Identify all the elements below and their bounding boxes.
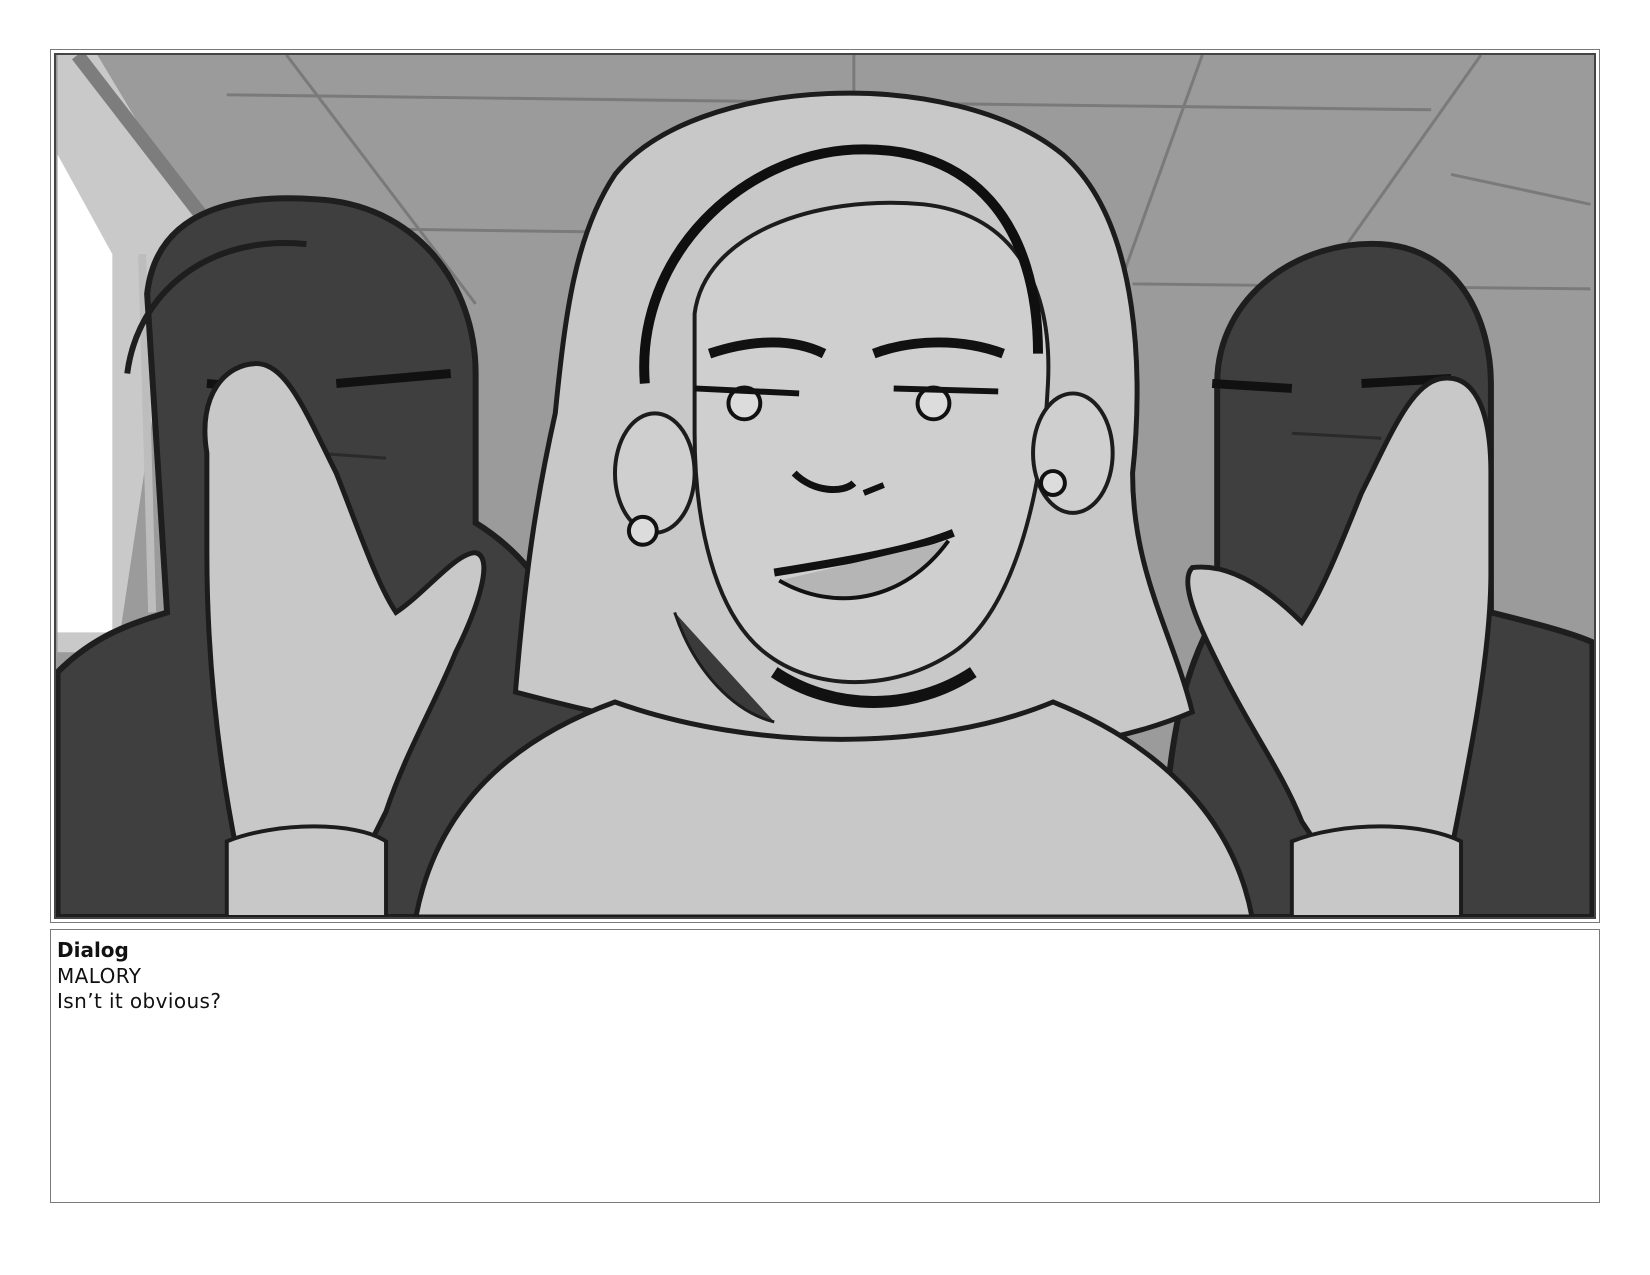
storyboard-sketch-icon xyxy=(56,55,1594,917)
storyboard-panel-image xyxy=(54,53,1596,919)
dialog-line-text: Isn’t it obvious? xyxy=(57,989,222,1013)
dialog-heading: Dialog xyxy=(57,938,129,962)
dialog-box: Dialog MALORY Isn’t it obvious? xyxy=(50,929,1600,1203)
storyboard-panel-frame xyxy=(50,49,1600,923)
dialog-character-name: MALORY xyxy=(57,964,142,988)
